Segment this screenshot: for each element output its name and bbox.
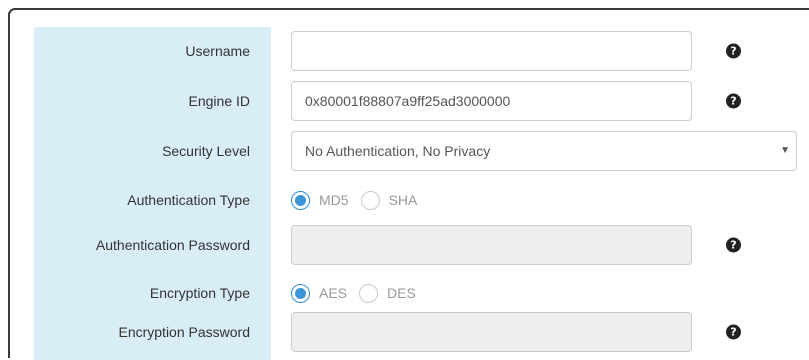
row-security-level: Security Level No Authentication, No Pri… [10, 131, 809, 171]
auth-type-radio-group: MD5 SHA [291, 180, 429, 220]
row-enc-type: Encryption Type AES DES [10, 273, 809, 313]
row-auth-password: Authentication Password ? [10, 225, 809, 265]
enc-password-input [291, 312, 692, 352]
security-level-label: Security Level [162, 143, 250, 159]
question-circle-icon[interactable]: ? [726, 237, 741, 253]
question-circle-icon[interactable]: ? [726, 93, 741, 109]
auth-password-input [291, 225, 692, 265]
radio-md5-label: MD5 [319, 192, 349, 208]
radio-sha-label: SHA [388, 192, 418, 208]
engine-id-label: Engine ID [188, 93, 250, 109]
enc-password-label: Encryption Password [118, 324, 250, 340]
username-input[interactable] [291, 31, 692, 71]
radio-sha[interactable] [360, 190, 380, 210]
enc-type-radio-group: AES DES [291, 273, 428, 313]
caret-down-icon: ▼ [780, 145, 790, 156]
radio-md5[interactable] [291, 190, 310, 210]
engine-id-input[interactable] [291, 81, 692, 121]
security-level-select[interactable]: No Authentication, No Privacy ▼ [291, 131, 797, 171]
auth-type-sha-option[interactable]: SHA [360, 190, 418, 210]
enc-type-aes-option[interactable]: AES [291, 283, 348, 303]
auth-type-md5-option[interactable]: MD5 [291, 190, 349, 210]
radio-des[interactable] [359, 283, 379, 303]
question-circle-icon[interactable]: ? [726, 43, 741, 59]
radio-des-label: DES [387, 285, 416, 301]
row-auth-type: Authentication Type MD5 SHA [10, 180, 809, 220]
auth-password-label: Authentication Password [95, 237, 250, 253]
security-level-selected: No Authentication, No Privacy [305, 143, 491, 159]
enc-type-label: Encryption Type [149, 285, 250, 301]
question-circle-icon[interactable]: ? [726, 324, 741, 340]
row-engine-id: Engine ID ? [10, 81, 809, 121]
radio-aes[interactable] [291, 283, 310, 303]
enc-type-des-option[interactable]: DES [359, 283, 416, 303]
row-enc-password: Encryption Password ? [10, 312, 809, 352]
row-username: Username ? [10, 31, 809, 71]
form-panel: Username ? Engine ID ? Security Level No… [8, 8, 809, 360]
auth-type-label: Authentication Type [127, 192, 250, 208]
username-label: Username [185, 43, 250, 59]
radio-aes-label: AES [319, 285, 348, 301]
